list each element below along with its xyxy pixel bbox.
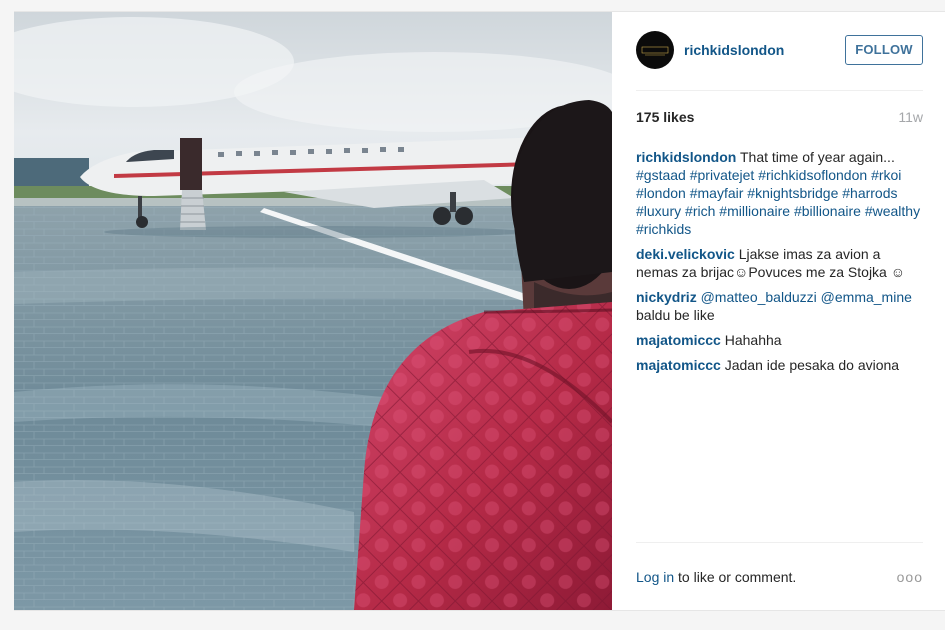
- comment-item: majatomiccc Hahahha: [636, 331, 925, 349]
- post-card: richkidslondon FOLLOW 175 likes 11w rich…: [14, 11, 945, 611]
- hashtag-link[interactable]: #richkids: [636, 221, 691, 237]
- avatar[interactable]: [636, 31, 674, 69]
- photo-illustration: [14, 12, 612, 610]
- hashtag-link[interactable]: #billionaire: [794, 203, 861, 219]
- hashtag-link[interactable]: #london: [636, 185, 686, 201]
- comment-text: Hahahha: [724, 332, 782, 348]
- hashtag-link[interactable]: #harrods: [842, 185, 897, 201]
- post-header: richkidslondon FOLLOW: [636, 12, 923, 91]
- post-sidebar: richkidslondon FOLLOW 175 likes 11w rich…: [612, 12, 945, 610]
- hashtag-link[interactable]: #gstaad: [636, 167, 686, 183]
- comment-item: nickydriz @matteo_balduzzi @emma_mine ba…: [636, 288, 925, 324]
- hashtag-link[interactable]: #knightsbridge: [747, 185, 838, 201]
- post-footer: Log in to like or comment. ooo: [636, 542, 923, 611]
- avatar-logo-icon: [641, 46, 669, 56]
- hashtag-link[interactable]: #privatejet: [690, 167, 755, 183]
- comment-item: deki.velickovic Ljakse imas za avion a n…: [636, 245, 925, 281]
- hashtag-link[interactable]: #rich: [685, 203, 715, 219]
- post-photo[interactable]: [14, 12, 612, 610]
- comment-text: Jadan ide pesaka do aviona: [724, 357, 900, 373]
- post-stats: 175 likes 11w: [636, 109, 923, 129]
- comment-username[interactable]: nickydriz: [636, 289, 697, 305]
- post-time[interactable]: 11w: [898, 109, 923, 125]
- hashtag-link[interactable]: #richkidsoflondon: [758, 167, 867, 183]
- comments-list: richkidslondon That time of year again..…: [636, 148, 925, 381]
- login-link[interactable]: Log in: [636, 569, 674, 585]
- hashtag-link[interactable]: #luxury: [636, 203, 681, 219]
- hashtag-link[interactable]: #mayfair: [690, 185, 744, 201]
- comment-username[interactable]: deki.velickovic: [636, 246, 735, 262]
- hashtag-link[interactable]: #wealthy: [865, 203, 920, 219]
- comment-text: baldu be like: [636, 307, 715, 323]
- caption: richkidslondon That time of year again..…: [636, 148, 925, 238]
- login-prompt-text: to like or comment.: [678, 569, 797, 585]
- comment-username[interactable]: majatomiccc: [636, 357, 721, 373]
- mention-link[interactable]: @matteo_balduzzi: [701, 289, 817, 305]
- mention-link[interactable]: @emma_mine: [821, 289, 912, 305]
- hashtag-link[interactable]: #millionaire: [719, 203, 790, 219]
- login-prompt: Log in to like or comment.: [636, 569, 796, 585]
- username-link[interactable]: richkidslondon: [684, 42, 784, 58]
- follow-button[interactable]: FOLLOW: [845, 35, 923, 65]
- hashtag-link[interactable]: #rkoi: [871, 167, 901, 183]
- comment-username[interactable]: majatomiccc: [636, 332, 721, 348]
- likes-count[interactable]: 175 likes: [636, 109, 694, 125]
- comment-item: majatomiccc Jadan ide pesaka do aviona: [636, 356, 925, 374]
- more-options-icon[interactable]: ooo: [897, 569, 923, 585]
- caption-text: That time of year again...: [739, 149, 895, 165]
- caption-username[interactable]: richkidslondon: [636, 149, 736, 165]
